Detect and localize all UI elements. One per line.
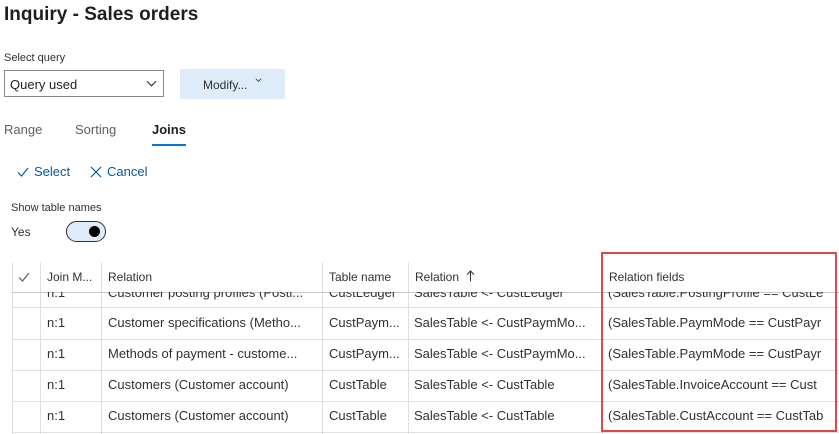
relation-fields-cell: (SalesTable.CustAccount == CustTab (608, 408, 824, 423)
select-button-label: Select (34, 164, 71, 179)
joins-grid: Join M... Relation Table name Relation R… (0, 262, 839, 434)
tab-sorting[interactable]: Sorting (75, 122, 116, 137)
table-row[interactable]: n:1 Customer posting profiles (Posti... … (12, 292, 839, 302)
relation-direction-cell: SalesTable <- CustPaymMo... (414, 346, 586, 361)
join-mode-cell: n:1 (47, 292, 66, 300)
relation-direction-cell: SalesTable <- CustPaymMo... (414, 315, 586, 330)
column-header-relation[interactable]: Relation (108, 262, 318, 292)
column-header-relation-label: Relation (415, 270, 460, 284)
relation-cell: Customers (Customer account) (108, 408, 289, 423)
column-header-relation-fields[interactable]: Relation fields (609, 262, 834, 292)
modify-button[interactable]: Modify... (180, 69, 285, 99)
relation-direction-cell: SalesTable <- CustTable (414, 377, 555, 392)
join-mode-cell: n:1 (47, 408, 66, 423)
table-name-cell: CustPaym... (329, 315, 400, 330)
checkmark-icon (18, 272, 30, 282)
relation-fields-cell: (SalesTable.PostingProfile == CustLe (608, 292, 824, 300)
select-all-checkbox[interactable] (18, 262, 36, 292)
show-table-names-value: Yes (11, 225, 31, 239)
relation-cell: Customers (Customer account) (108, 377, 289, 392)
join-mode-cell: n:1 (47, 315, 66, 330)
column-header-table-name[interactable]: Table name (329, 262, 407, 292)
page-title: Inquiry - Sales orders (4, 4, 199, 25)
modify-button-label: Modify... (203, 78, 248, 92)
checkmark-icon (17, 167, 29, 177)
table-row[interactable]: n:1 Customer specifications (Metho... Cu… (12, 307, 839, 340)
column-header-join-mode[interactable]: Join M... (47, 262, 99, 292)
column-header-relation-sorted[interactable]: Relation (415, 262, 595, 292)
tab-range[interactable]: Range (4, 122, 42, 137)
table-name-cell: CustLedger (329, 292, 397, 300)
select-button[interactable]: Select (17, 164, 70, 179)
join-mode-cell: n:1 (47, 377, 66, 392)
show-table-names-label: Show table names (11, 202, 102, 214)
toggle-knob (89, 226, 100, 237)
table-row[interactable]: n:1 Methods of payment - custome... Cust… (12, 339, 839, 371)
query-select-value: Query used (10, 77, 78, 92)
relation-cell: Customer specifications (Metho... (108, 315, 301, 330)
table-name-cell: CustTable (329, 408, 387, 423)
relation-cell: Methods of payment - custome... (108, 346, 298, 361)
select-query-label: Select query (4, 52, 66, 64)
cancel-button-label: Cancel (107, 164, 148, 179)
relation-cell: Customer posting profiles (Posti... (108, 292, 304, 300)
sort-ascending-icon (467, 270, 475, 282)
tab-joins[interactable]: Joins (152, 122, 186, 146)
table-row[interactable]: n:1 Customers (Customer account) CustTab… (12, 401, 839, 433)
show-table-names-toggle[interactable] (66, 221, 106, 242)
relation-fields-cell: (SalesTable.InvoiceAccount == Cust (608, 377, 817, 392)
relation-direction-cell: SalesTable <- CustTable (414, 408, 555, 423)
chevron-down-icon (255, 78, 262, 82)
join-mode-cell: n:1 (47, 346, 66, 361)
close-icon (90, 166, 102, 177)
cancel-button[interactable]: Cancel (90, 164, 147, 179)
relation-fields-cell: (SalesTable.PaymMode == CustPayr (608, 346, 822, 361)
relation-fields-cell: (SalesTable.PaymMode == CustPayr (608, 315, 822, 330)
chevron-down-icon (146, 80, 157, 87)
relation-direction-cell: SalesTable <- CustLedger (414, 292, 564, 300)
table-name-cell: CustTable (329, 377, 387, 392)
table-row[interactable]: n:1 Customers (Customer account) CustTab… (12, 370, 839, 402)
table-name-cell: CustPaym... (329, 346, 400, 361)
query-select[interactable]: Query used (4, 70, 164, 97)
